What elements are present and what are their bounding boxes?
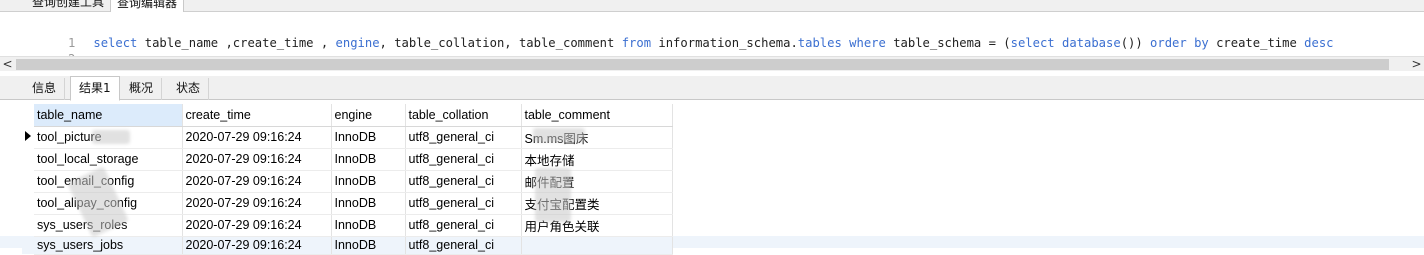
row-indicator: [22, 192, 34, 214]
sql-keyword: desc: [1304, 36, 1334, 50]
cell-engine[interactable]: InnoDB: [331, 236, 406, 255]
column-header-table-comment[interactable]: table_comment: [521, 104, 673, 127]
sql-editor[interactable]: 1 select table_name ,create_time , engine…: [24, 16, 1424, 66]
result-tab-strip: 信息 结果1 概况 状态: [0, 76, 1424, 101]
tab-query-editor[interactable]: 查询编辑器: [110, 0, 185, 12]
cell-create-time[interactable]: 2020-07-29 09:16:24: [182, 170, 332, 193]
table-row[interactable]: sys_users_jobs 2020-07-29 09:16:24 InnoDB u…: [22, 236, 673, 255]
row-indicator: [22, 170, 34, 192]
table-row[interactable]: tool_local_storage 2020-07-29 09:16:24 Inn…: [22, 148, 673, 171]
cell-table-name[interactable]: tool_local_storage: [34, 148, 183, 171]
cell-table-comment[interactable]: 本地存储: [521, 148, 673, 171]
cell-engine[interactable]: InnoDB: [331, 170, 406, 193]
redaction-smudge: [92, 130, 130, 144]
column-header-table-name[interactable]: table_name: [34, 104, 183, 127]
cell-create-time[interactable]: 2020-07-29 09:16:24: [182, 192, 332, 215]
sql-keyword: engine: [335, 36, 380, 50]
cell-engine[interactable]: InnoDB: [331, 192, 406, 215]
row-indicator: [22, 214, 34, 236]
column-header-create-time[interactable]: create_time: [182, 104, 332, 127]
cell-create-time[interactable]: 2020-07-29 09:16:24: [182, 148, 332, 171]
current-row-arrow-icon: [25, 131, 31, 141]
sql-text: table_schema = (: [885, 36, 1011, 50]
header-row: table_name create_time engine table_coll…: [22, 104, 673, 127]
row-indicator: [22, 148, 34, 170]
horizontal-scrollbar[interactable]: < >: [0, 56, 1424, 71]
sql-keyword: order by: [1150, 36, 1209, 50]
cell-table-collation[interactable]: utf8_general_ci: [405, 170, 522, 193]
sql-keyword: where: [849, 36, 886, 50]
scrollbar-thumb[interactable]: [16, 59, 1389, 70]
row-indicator: [22, 126, 34, 148]
sql-text: information_schema.: [651, 36, 798, 50]
sql-text: , table_collation, table_comment: [379, 36, 622, 50]
sql-text: create_time: [1208, 36, 1305, 50]
row-indicator: [22, 236, 34, 254]
sql-keyword: from: [621, 36, 652, 50]
result-grid[interactable]: table_name create_time engine table_coll…: [22, 104, 674, 255]
redaction-smudge: [535, 168, 571, 222]
tab-query-builder[interactable]: 查询创建工具: [26, 0, 110, 12]
sql-keyword: database: [1061, 36, 1121, 50]
sql-keyword: tables: [797, 36, 842, 50]
cell-engine[interactable]: InnoDB: [331, 214, 406, 237]
tab-result-1[interactable]: 结果1: [70, 76, 120, 101]
cell-create-time[interactable]: 2020-07-29 09:16:24: [182, 214, 332, 237]
sql-text: table_name ,create_time ,: [137, 36, 336, 50]
tab-info[interactable]: 信息: [24, 78, 66, 100]
tab-profile[interactable]: 概况: [121, 78, 163, 100]
editor-line-1[interactable]: 1 select table_name ,create_time , engine…: [24, 22, 1333, 50]
scroll-left-icon[interactable]: <: [0, 57, 15, 72]
sql-statement[interactable]: select table_name ,create_time , engine,…: [93, 36, 1333, 50]
cell-table-comment[interactable]: [521, 236, 673, 255]
redaction-smudge: [533, 128, 585, 142]
sql-keyword: select: [1010, 36, 1055, 50]
cell-table-collation[interactable]: utf8_general_ci: [405, 126, 522, 149]
sql-keyword: select: [93, 36, 138, 50]
cell-table-name[interactable]: sys_users_jobs: [34, 236, 183, 255]
cell-table-collation[interactable]: utf8_general_ci: [405, 214, 522, 237]
cell-table-collation[interactable]: utf8_general_ci: [405, 192, 522, 215]
cell-table-collation[interactable]: utf8_general_ci: [405, 236, 522, 255]
scroll-right-icon[interactable]: >: [1409, 57, 1424, 72]
cell-create-time[interactable]: 2020-07-29 09:16:24: [182, 236, 332, 255]
row-indicator-header: [22, 104, 34, 126]
editor-line-2[interactable]: 2: [24, 38, 93, 66]
sql-text: ()): [1120, 36, 1151, 50]
cell-engine[interactable]: InnoDB: [331, 126, 406, 149]
cell-engine[interactable]: InnoDB: [331, 148, 406, 171]
table-row[interactable]: tool_email_config2020-07-29 09:16:24Inno…: [22, 170, 673, 193]
column-header-engine[interactable]: engine: [331, 104, 406, 127]
query-tab-strip: 查询创建工具 查询编辑器: [0, 0, 1424, 12]
tab-status[interactable]: 状态: [168, 78, 210, 100]
cell-table-collation[interactable]: utf8_general_ci: [405, 148, 522, 171]
column-header-table-collation[interactable]: table_collation: [405, 104, 522, 127]
cell-create-time[interactable]: 2020-07-29 09:16:24: [182, 126, 332, 149]
